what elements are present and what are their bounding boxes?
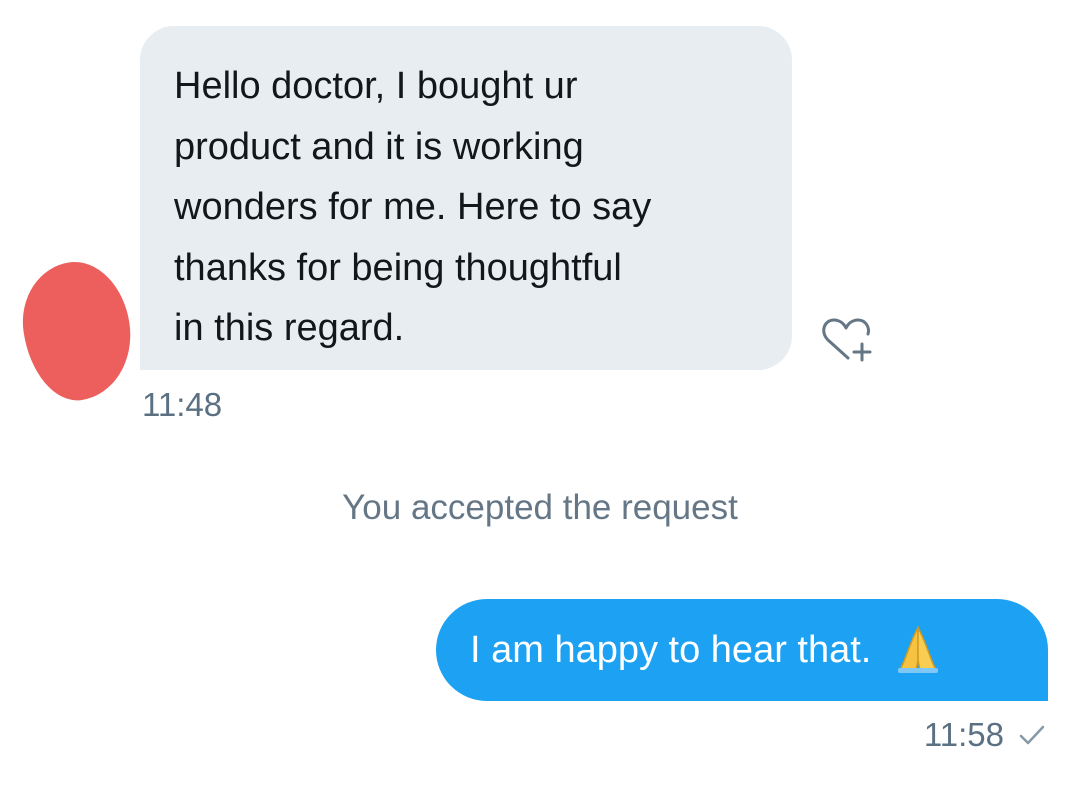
folded-hands-emoji bbox=[897, 626, 938, 673]
incoming-timestamp: 11:48 bbox=[142, 386, 223, 423]
heart-plus-icon[interactable] bbox=[818, 314, 874, 364]
outgoing-message-bubble[interactable]: I am happy to hear that. bbox=[436, 599, 1048, 701]
outgoing-message-text: I am happy to hear that. bbox=[470, 628, 882, 671]
system-message: You accepted the request bbox=[342, 488, 738, 527]
incoming-message-bubble[interactable]: Hello doctor, I bought ur product and it… bbox=[140, 26, 792, 370]
check-icon bbox=[1019, 725, 1045, 745]
incoming-message-text: Hello doctor, I bought ur product and it… bbox=[174, 65, 652, 349]
sender-avatar-redacted[interactable] bbox=[14, 255, 140, 407]
outgoing-meta: 11:58 bbox=[924, 716, 1046, 754]
outgoing-timestamp: 11:58 bbox=[923, 716, 1004, 753]
